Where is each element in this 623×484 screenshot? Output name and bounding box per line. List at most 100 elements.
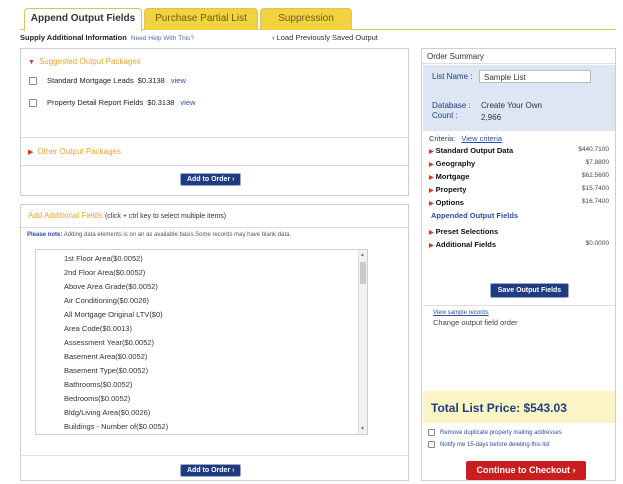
count-label: Count :: [432, 111, 458, 120]
list-item[interactable]: Basement Type($0.0052): [64, 366, 148, 375]
database-value: Create Your Own: [481, 101, 542, 110]
divider: [21, 455, 408, 456]
package-checkbox[interactable]: [29, 76, 37, 85]
summary-row-label: Standard Output Data: [435, 146, 514, 155]
summary-row[interactable]: ▶ Options $16.7400: [429, 198, 609, 207]
expanded-triangle-icon: ▼: [28, 59, 35, 66]
preset-selections-label: Preset Selections: [435, 227, 499, 236]
database-label: Database :: [432, 101, 471, 110]
summary-row-value: $16.7400: [581, 198, 609, 205]
summary-row-value: $440.7100: [578, 146, 609, 153]
list-item[interactable]: Bathrooms($0.0052): [64, 380, 132, 389]
total-price-box: Total List Price: $543.03: [423, 391, 615, 423]
order-summary-panel: Order Summary List Name : Sample List Da…: [421, 48, 616, 481]
fields-listbox[interactable]: 1st Floor Area($0.0052) 2nd Floor Area($…: [35, 249, 368, 435]
summary-row[interactable]: ▶ Property $15.7400: [429, 185, 609, 194]
expand-triangle-icon: ▶: [429, 230, 434, 236]
list-item[interactable]: Basement Area($0.0052): [64, 352, 147, 361]
additional-fields-header: Add Additional Fields (click + ctrl key …: [28, 211, 226, 220]
list-item[interactable]: Area Code($0.0013): [64, 324, 132, 333]
sub-bar: Supply Additional Information Need Help …: [20, 33, 616, 45]
list-item[interactable]: 1st Floor Area($0.0052): [64, 254, 143, 263]
help-link[interactable]: Need Help With This?: [131, 35, 194, 42]
add-to-order-button[interactable]: Add to Order ›: [180, 464, 242, 477]
suggested-packages-title: Suggested Output Packages: [38, 57, 141, 66]
list-item[interactable]: Above Area Grade($0.0052): [64, 282, 158, 291]
list-item[interactable]: Bedrooms($0.0052): [64, 394, 130, 403]
supply-info-label: Supply Additional Information: [20, 33, 127, 42]
add-to-order-button[interactable]: Add to Order ›: [180, 173, 242, 186]
load-saved-output-link[interactable]: › Load Previously Saved Output: [272, 33, 378, 42]
tab-purchase-partial-list[interactable]: Purchase Partial List: [144, 8, 258, 30]
continue-to-checkout-button[interactable]: Continue to Checkout ›: [466, 461, 586, 480]
scrollbar-thumb[interactable]: [360, 262, 366, 284]
criteria-label: Criteria:: [429, 134, 456, 143]
summary-row-value: $15.7400: [581, 185, 609, 192]
expand-triangle-icon: ▶: [429, 149, 434, 155]
appended-output-fields-title: Appended Output Fields: [431, 211, 519, 220]
divider: [21, 137, 408, 138]
packages-panel: ▼ Suggested Output Packages Standard Mort…: [20, 48, 409, 196]
list-item[interactable]: Air Conditioning($0.0026): [64, 296, 149, 305]
availability-note: Please note: Adding data elements is on …: [27, 232, 291, 238]
expand-triangle-icon: ▶: [429, 162, 434, 168]
collapsed-triangle-icon: ▶: [28, 149, 34, 156]
summary-row-label: Property: [435, 185, 467, 194]
save-output-fields-button[interactable]: Save Output Fields: [490, 283, 569, 298]
summary-row-value: $62.5600: [581, 172, 609, 179]
package-price: $0.3138: [137, 76, 165, 85]
count-value: 2,966: [481, 113, 502, 122]
package-view-link[interactable]: view: [171, 76, 186, 85]
total-price-value: $543.03: [523, 401, 567, 415]
tab-suppression[interactable]: Suppression: [260, 8, 352, 30]
notify-label: Notify me 15-days before deleting this l…: [440, 441, 550, 448]
list-item[interactable]: Buildings - Number of($0.0052): [64, 422, 168, 431]
package-price: $0.3138: [147, 98, 175, 107]
list-name-input[interactable]: Sample List: [479, 70, 591, 83]
expand-triangle-icon: ▶: [429, 188, 434, 194]
package-name: Standard Mortgage Leads: [47, 76, 134, 85]
summary-row[interactable]: ▶ Standard Output Data $440.7100: [429, 146, 609, 155]
summary-row[interactable]: ▶ Mortgage $62.5600: [429, 172, 609, 181]
package-row: Property Detail Report Fields $0.3138 vi…: [29, 98, 195, 107]
divider: [423, 305, 615, 306]
list-item[interactable]: All Mortgage Original LTV($0): [64, 310, 163, 319]
tab-bar: Append Output Fields Purchase Partial Li…: [20, 8, 616, 31]
package-name: Property Detail Report Fields: [47, 98, 144, 107]
note-text: Adding data elements is on an as availab…: [63, 232, 292, 238]
package-view-link[interactable]: view: [180, 98, 195, 107]
change-field-order-link[interactable]: Change output field order: [433, 318, 518, 327]
summary-row-label: Geography: [435, 159, 476, 168]
expand-triangle-icon: ▶: [429, 201, 434, 207]
additional-fields-label: Additional Fields: [435, 240, 497, 249]
notify-checkbox[interactable]: [428, 441, 435, 448]
remove-duplicates-option[interactable]: Remove duplicate property mailing addres…: [428, 429, 562, 436]
scroll-down-icon[interactable]: ▼: [360, 426, 365, 432]
divider: [21, 227, 408, 228]
list-item[interactable]: Bldg/Living Area($0.0026): [64, 408, 150, 417]
view-sample-records-link[interactable]: View sample records: [433, 310, 489, 316]
remove-duplicates-checkbox[interactable]: [428, 429, 435, 436]
additional-fields-value: $0.0000: [585, 240, 610, 247]
additional-fields-row[interactable]: ▶ Additional Fields $0.0000: [429, 240, 609, 249]
list-name-label: List Name :: [432, 72, 473, 81]
package-checkbox[interactable]: [29, 98, 37, 107]
summary-row-label: Mortgage: [435, 172, 470, 181]
remove-duplicates-label: Remove duplicate property mailing addres…: [440, 429, 562, 436]
summary-row-label: Options: [435, 198, 464, 207]
list-item[interactable]: Assessment Year($0.0052): [64, 338, 154, 347]
other-packages-header[interactable]: ▶ Other Output Packages: [28, 147, 121, 156]
total-price-label: Total List Price:: [431, 401, 521, 415]
note-label: Please note:: [27, 232, 63, 238]
list-item[interactable]: 2nd Floor Area($0.0052): [64, 268, 145, 277]
tab-append-output-fields[interactable]: Append Output Fields: [24, 8, 142, 31]
preset-selections-row[interactable]: ▶ Preset Selections: [429, 227, 609, 236]
notify-option[interactable]: Notify me 15-days before deleting this l…: [428, 441, 550, 448]
listbox-scrollbar[interactable]: ▲ ▼: [358, 250, 367, 434]
scroll-up-icon[interactable]: ▲: [360, 252, 365, 258]
suggested-packages-header[interactable]: ▼ Suggested Output Packages: [28, 57, 141, 66]
divider: [21, 165, 408, 166]
summary-row-value: $7.8800: [585, 159, 610, 166]
view-criteria-link[interactable]: View criteria: [461, 134, 502, 143]
summary-row[interactable]: ▶ Geography $7.8800: [429, 159, 609, 168]
